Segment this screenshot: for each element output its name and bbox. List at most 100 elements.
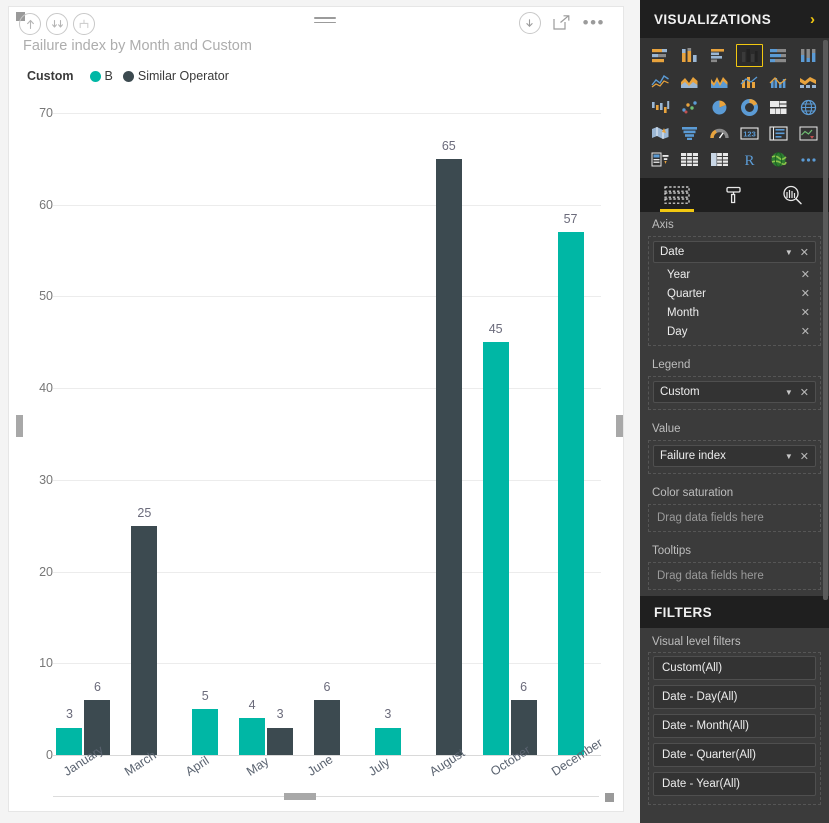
card-icon[interactable]: 123 (736, 122, 763, 145)
filter-card-date-month-all[interactable]: Date - Month(All) (653, 714, 816, 738)
chevron-down-icon[interactable]: ▼ (785, 452, 793, 461)
bar-series[interactable]: 3 6 25 5 4 3 6 3 65 45 6 57 (53, 95, 601, 763)
analytics-tab[interactable] (769, 178, 815, 212)
chevron-down-icon[interactable]: ▼ (785, 388, 793, 397)
pane-tabs[interactable] (640, 178, 829, 212)
kpi-icon[interactable] (795, 122, 822, 145)
remove-field-icon[interactable]: ✕ (800, 386, 809, 399)
remove-field-icon[interactable]: ✕ (801, 268, 810, 281)
stacked-column-chart-icon[interactable] (677, 44, 704, 67)
more-visuals-icon[interactable] (795, 148, 822, 171)
line-chart-icon[interactable] (647, 70, 674, 93)
field-chip-custom[interactable]: Custom ▼ ✕ (653, 381, 816, 403)
arcgis-map-icon[interactable] (766, 148, 793, 171)
vertical-scroll-thumb-right[interactable] (616, 415, 623, 437)
download-icon[interactable] (518, 12, 541, 34)
remove-field-icon[interactable]: ✕ (801, 306, 810, 319)
horizontal-scrollbar-thumb[interactable] (284, 793, 316, 800)
field-subitem-quarter[interactable]: Quarter ✕ (653, 284, 816, 303)
drill-controls[interactable] (19, 13, 95, 35)
bar-march-similar-operator[interactable] (131, 525, 158, 755)
chevron-right-icon[interactable]: › (810, 11, 815, 28)
visual-header-actions[interactable]: ••• (518, 12, 605, 34)
drill-up-icon[interactable] (19, 13, 41, 35)
matrix-icon[interactable] (706, 148, 733, 171)
area-chart-icon[interactable] (677, 70, 704, 93)
bar-december-b[interactable] (557, 232, 584, 755)
line-and-clustered-column-chart-icon[interactable] (766, 70, 793, 93)
well-dropzone-axis[interactable]: Date ▼ ✕ Year ✕ Quarter ✕ Month ✕ Day ✕ (648, 236, 821, 346)
pane-scrollbar-thumb[interactable] (823, 40, 828, 600)
bar-july-b[interactable] (374, 727, 401, 755)
field-chip-date[interactable]: Date ▼ ✕ (653, 241, 816, 263)
field-subitem-month[interactable]: Month ✕ (653, 303, 816, 322)
data-label-december-57: 57 (563, 212, 578, 227)
well-dropzone-legend[interactable]: Custom ▼ ✕ (648, 376, 821, 410)
expand-all-icon[interactable] (46, 13, 68, 35)
remove-field-icon[interactable]: ✕ (800, 450, 809, 463)
fields-tab[interactable] (654, 178, 700, 212)
field-subitem-day[interactable]: Day ✕ (653, 322, 816, 341)
remove-field-icon[interactable]: ✕ (801, 287, 810, 300)
r-script-visual-icon[interactable]: R (736, 148, 763, 171)
bar-june-similar-operator[interactable] (314, 699, 340, 755)
bar-august-similar-operator[interactable] (435, 158, 462, 755)
visual-level-filters-list[interactable]: Custom(All) Date - Day(All) Date - Month(A… (648, 652, 821, 805)
hamburger-icon[interactable] (314, 17, 336, 26)
pie-chart-icon[interactable] (706, 96, 733, 119)
well-dropzone-tooltips[interactable]: Drag data fields here (648, 562, 821, 590)
bar-april-b[interactable] (192, 709, 219, 755)
slicer-icon[interactable] (647, 148, 674, 171)
waterfall-chart-icon[interactable] (647, 96, 674, 119)
bar-may-b[interactable] (239, 718, 266, 755)
multi-row-card-icon[interactable] (766, 122, 793, 145)
paint-roller-icon (726, 186, 742, 204)
remove-field-icon[interactable]: ✕ (801, 325, 810, 338)
filled-map-icon[interactable] (647, 122, 674, 145)
visual-type-gallery[interactable]: 123 R (640, 38, 829, 178)
well-dropzone-value[interactable]: Failure index ▼ ✕ (648, 440, 821, 474)
treemap-icon[interactable] (766, 96, 793, 119)
horizontal-scrollbar-track[interactable] (53, 796, 599, 797)
clustered-bar-chart-icon[interactable] (706, 44, 733, 67)
vertical-scroll-thumb-left[interactable] (16, 415, 23, 437)
y-axis-tick-10: 10 (39, 656, 53, 671)
funnel-icon[interactable] (677, 122, 704, 145)
field-chip-failure-index[interactable]: Failure index ▼ ✕ (653, 445, 816, 467)
drill-down-icon[interactable] (73, 13, 95, 35)
remove-field-icon[interactable]: ✕ (800, 246, 809, 259)
filter-card-date-quarter-all[interactable]: Date - Quarter(All) (653, 743, 816, 767)
filter-card-date-day-all[interactable]: Date - Day(All) (653, 685, 816, 709)
well-dropzone-color-saturation[interactable]: Drag data fields here (648, 504, 821, 532)
visual-resize-handle-br[interactable] (605, 793, 614, 802)
line-and-stacked-column-chart-icon[interactable] (736, 70, 763, 93)
focus-mode-icon[interactable] (553, 15, 571, 31)
stacked-bar-chart-icon[interactable] (647, 44, 674, 67)
table-icon[interactable] (677, 148, 704, 171)
clustered-column-visual[interactable]: ••• Failure index by Month and Custom Cu… (8, 6, 624, 812)
well-title-legend: Legend (652, 359, 691, 371)
ribbon-chart-icon[interactable] (795, 70, 822, 93)
bar-january-b[interactable] (56, 727, 83, 755)
donut-chart-icon[interactable] (736, 96, 763, 119)
gauge-icon[interactable] (706, 122, 733, 145)
data-label-august-65: 65 (441, 138, 456, 153)
clustered-column-chart-icon[interactable] (735, 44, 763, 67)
100-stacked-column-chart-icon[interactable] (795, 44, 822, 67)
field-subitem-year[interactable]: Year ✕ (653, 265, 816, 284)
scatter-chart-icon[interactable] (677, 96, 704, 119)
data-label-october-6: 6 (520, 679, 528, 694)
legend-item-b[interactable]: B (89, 69, 113, 83)
filter-card-custom-all[interactable]: Custom(All) (653, 656, 816, 680)
100-stacked-bar-chart-icon[interactable] (766, 44, 793, 67)
bar-may-similar-operator[interactable] (267, 727, 294, 755)
filter-card-date-year-all[interactable]: Date - Year(All) (653, 772, 816, 796)
chevron-down-icon[interactable]: ▼ (785, 248, 793, 257)
more-options-icon[interactable]: ••• (583, 14, 605, 31)
y-axis-tick-40: 40 (39, 381, 53, 396)
stacked-area-chart-icon[interactable] (706, 70, 733, 93)
legend-item-similar-operator[interactable]: Similar Operator (122, 69, 229, 83)
map-icon[interactable] (795, 96, 822, 119)
legend-label-b: B (104, 69, 113, 83)
format-tab[interactable] (711, 178, 757, 212)
